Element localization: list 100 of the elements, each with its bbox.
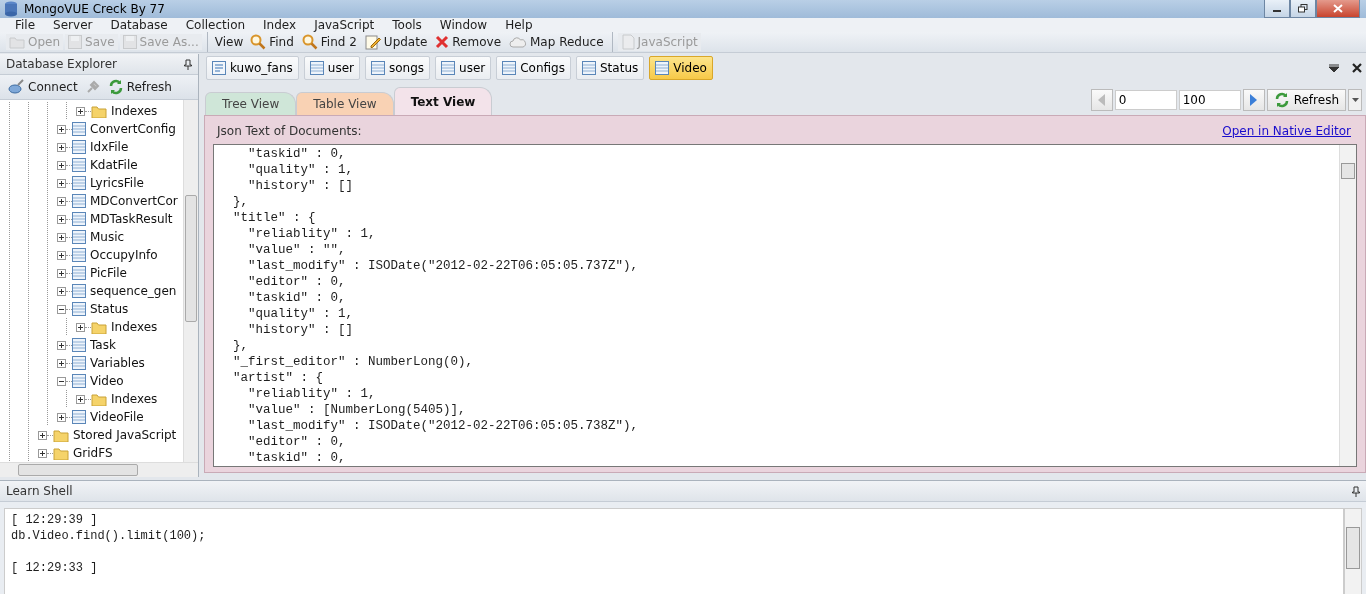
plus-icon[interactable] xyxy=(57,160,66,170)
folder-icon xyxy=(53,428,69,442)
view-tab[interactable]: Table View xyxy=(296,92,394,115)
refresh-icon xyxy=(107,79,124,95)
tree-item[interactable]: Indexes xyxy=(0,318,183,336)
plus-icon[interactable] xyxy=(57,124,66,134)
plus-icon[interactable] xyxy=(57,214,66,224)
minus-icon[interactable] xyxy=(57,376,66,386)
document-tab[interactable]: Status xyxy=(576,56,645,80)
plus-icon[interactable] xyxy=(76,394,85,404)
scrollbar[interactable] xyxy=(0,462,198,477)
tree-item[interactable]: MDTaskResult xyxy=(0,210,183,228)
tree-item[interactable]: sequence_gen xyxy=(0,282,183,300)
tree-item[interactable]: Variables xyxy=(0,354,183,372)
table-icon xyxy=(72,140,86,154)
menu-item[interactable]: JavaScript xyxy=(305,18,384,32)
folder-icon xyxy=(91,104,107,118)
folder-icon xyxy=(91,320,107,334)
plus-icon[interactable] xyxy=(38,430,47,440)
document-tab[interactable]: kuwo_fans xyxy=(206,56,299,80)
refresh-button[interactable]: Refresh xyxy=(104,78,175,96)
menu-item[interactable]: Window xyxy=(430,18,497,32)
code-line: "taskid" : 0, xyxy=(247,450,347,466)
table-icon xyxy=(72,410,86,424)
toolbar-button[interactable]: Find 2 xyxy=(298,33,360,51)
scroll-thumb[interactable] xyxy=(185,195,197,322)
connect-button[interactable]: Connect xyxy=(4,78,81,96)
scroll-thumb[interactable] xyxy=(18,464,138,476)
native-editor-link[interactable]: Open in Native Editor xyxy=(1222,124,1351,138)
tree-item[interactable]: KdatFile xyxy=(0,156,183,174)
scrollbar[interactable] xyxy=(1344,508,1362,594)
database-icon xyxy=(212,61,226,75)
scrollbar[interactable] xyxy=(183,100,198,462)
menu-item[interactable]: Collection xyxy=(176,18,255,32)
tree-item[interactable]: VideoFile xyxy=(0,408,183,426)
document-tab[interactable]: Configs xyxy=(496,56,571,80)
tree-item[interactable]: Video xyxy=(0,372,183,390)
menu-item[interactable]: Help xyxy=(496,18,542,32)
tree-item[interactable]: Stored JavaScript xyxy=(0,426,183,444)
tree-item[interactable]: PicFile xyxy=(0,264,183,282)
maximize-button[interactable] xyxy=(1290,0,1316,18)
tree-item[interactable]: Indexes xyxy=(0,102,183,120)
code-line: }, xyxy=(232,194,249,210)
tree-item[interactable]: IdxFile xyxy=(0,138,183,156)
view-tab[interactable]: Text View xyxy=(393,87,493,115)
tree-item[interactable]: GridFS xyxy=(0,444,183,462)
plus-icon[interactable] xyxy=(57,178,66,188)
document-tab[interactable]: Video xyxy=(649,56,713,80)
minimize-button[interactable] xyxy=(1264,0,1290,18)
document-tab[interactable]: songs xyxy=(364,56,431,80)
tree-item[interactable]: Task xyxy=(0,336,183,354)
skip-field[interactable]: 0 xyxy=(1114,90,1177,110)
tree-item[interactable]: Indexes xyxy=(0,390,183,408)
plus-icon[interactable] xyxy=(76,322,85,332)
toolbar-button[interactable]: Find xyxy=(247,33,297,51)
plus-icon[interactable] xyxy=(57,268,66,278)
document-tab[interactable]: user xyxy=(303,56,360,80)
menu-item[interactable]: Tools xyxy=(383,18,431,32)
plus-icon[interactable] xyxy=(57,412,66,422)
plus-icon[interactable] xyxy=(57,358,66,368)
limit-field[interactable]: 100 xyxy=(1178,90,1241,110)
menu-item[interactable]: Index xyxy=(254,18,306,32)
code-line: "value" : [NumberLong(5405)], xyxy=(247,402,467,418)
scroll-thumb[interactable] xyxy=(1346,527,1360,569)
table-icon xyxy=(72,374,86,388)
tree-item[interactable]: Status xyxy=(0,300,183,318)
document-tab[interactable]: user xyxy=(435,56,492,80)
menu-item[interactable]: Database xyxy=(101,18,177,32)
pencil-icon xyxy=(364,34,381,50)
next-button[interactable] xyxy=(1242,89,1265,111)
code-line: "history" : [] xyxy=(247,178,355,194)
toolbar-button[interactable]: Remove xyxy=(432,34,504,50)
plus-icon[interactable] xyxy=(57,142,66,152)
refresh-button[interactable]: Refresh xyxy=(1266,89,1346,111)
folder-icon xyxy=(53,446,69,460)
toolbar-button[interactable]: Map Reduce xyxy=(506,34,607,50)
menu-item[interactable]: Server xyxy=(44,18,102,32)
toolbar-button[interactable]: Update xyxy=(361,33,431,51)
dropdown-button[interactable] xyxy=(1348,89,1362,111)
tree-item[interactable]: LyricsFile xyxy=(0,174,183,192)
code-line: }, xyxy=(232,338,249,354)
plus-icon[interactable] xyxy=(57,340,66,350)
plus-icon[interactable] xyxy=(57,196,66,206)
tree-item[interactable]: OccupyInfo xyxy=(0,246,183,264)
scrollbar[interactable] xyxy=(1339,145,1356,466)
plus-icon[interactable] xyxy=(57,232,66,242)
table-icon xyxy=(72,266,86,280)
view-tab[interactable]: Tree View xyxy=(205,92,297,115)
plus-icon[interactable] xyxy=(76,106,85,116)
minus-icon[interactable] xyxy=(57,304,66,314)
plus-icon[interactable] xyxy=(57,286,66,296)
code-line: "_first_editor" : NumberLong(0), xyxy=(232,354,475,370)
menu-item[interactable]: File xyxy=(6,18,45,32)
folder-icon xyxy=(91,392,107,406)
scroll-thumb[interactable] xyxy=(1341,163,1355,179)
tree-item[interactable]: Music xyxy=(0,228,183,246)
plus-icon[interactable] xyxy=(38,448,47,458)
plus-icon[interactable] xyxy=(57,250,66,260)
tree-item[interactable]: MDConvertCor xyxy=(0,192,183,210)
tree-item[interactable]: ConvertConfig xyxy=(0,120,183,138)
